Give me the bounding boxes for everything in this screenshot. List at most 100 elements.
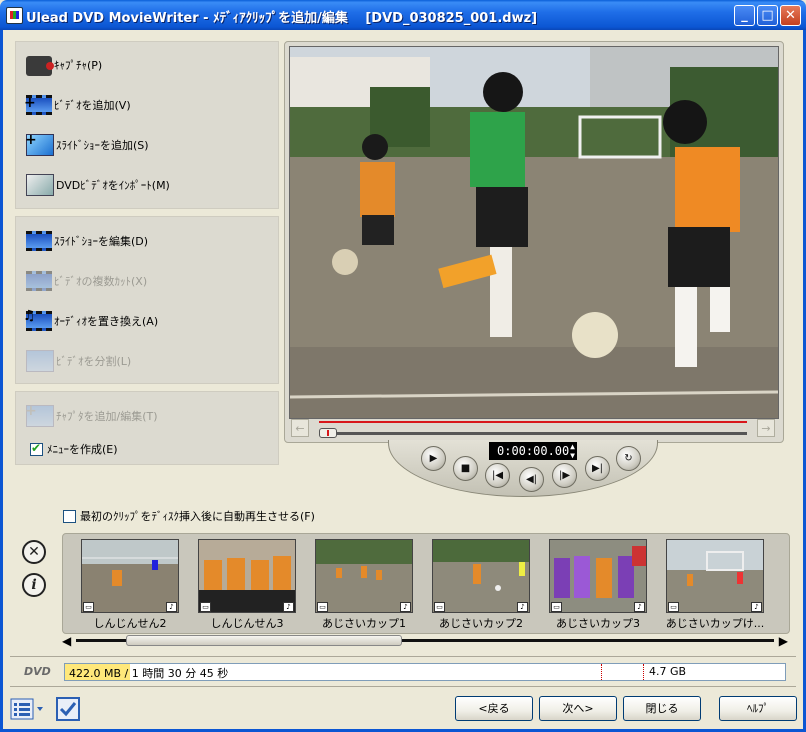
video-frame-image xyxy=(290,47,778,418)
clip-video-badge-icon: ▭ xyxy=(434,602,445,612)
scrub-left-arrow-icon[interactable]: ← xyxy=(291,419,309,437)
next-button[interactable]: 次へ> xyxy=(539,696,617,721)
clip-audio-badge-icon: ♪ xyxy=(634,602,645,612)
import-dvd-button[interactable]: DVDﾋﾞﾃﾞｵをｲﾝﾎﾟｰﾄ(M) xyxy=(26,173,170,197)
go-to-end-button[interactable]: ▶| xyxy=(585,456,610,481)
camcorder-icon xyxy=(26,56,54,76)
minimize-icon: _ xyxy=(741,8,748,23)
add-video-button[interactable]: + ﾋﾞﾃﾞｵを追加(V) xyxy=(24,93,131,117)
edit-slideshow-button[interactable]: ｽﾗｲﾄﾞｼｮｰを編集(D) xyxy=(26,229,148,253)
clip-item[interactable]: ▭ ♪ あじさいカップ3 xyxy=(549,539,647,630)
storyboard-scrollbar[interactable]: ◀ ▶ xyxy=(62,634,788,648)
next-frame-button[interactable]: |▶ xyxy=(552,463,577,488)
app-icon xyxy=(6,7,23,24)
capture-button[interactable]: ｷｬﾌﾟﾁｬ(P) xyxy=(26,53,102,77)
video-preview xyxy=(289,46,779,419)
timecode-spinner-icon[interactable]: ▲ ▼ xyxy=(570,442,575,460)
maximize-button[interactable]: □ xyxy=(757,5,778,26)
skip-forward-icon: ▶| xyxy=(591,463,604,474)
previous-frame-icon: ◀| xyxy=(525,474,538,485)
scrub-right-arrow-icon[interactable]: → xyxy=(757,419,775,437)
repeat-button[interactable]: ↻ xyxy=(616,446,641,471)
scroll-left-arrow-icon[interactable]: ◀ xyxy=(62,634,71,648)
scroll-right-arrow-icon[interactable]: ▶ xyxy=(779,634,788,648)
capacity-total: 4.7 GB xyxy=(649,665,687,678)
edit-slideshow-label: ｽﾗｲﾄﾞｼｮｰを編集(D) xyxy=(54,235,149,248)
clip-item[interactable]: ▭ ♪ あじさいカップ2 xyxy=(432,539,530,630)
divider xyxy=(10,686,796,687)
chapter-edit-button[interactable]: + ﾁｬﾌﾟﾀを追加/編集(T) xyxy=(25,403,158,428)
clip-item[interactable]: ▭ ♪ あじさいカップけ... xyxy=(666,539,764,630)
title-bar[interactable]: Ulead DVD MovieWriter - ﾒﾃﾞｨｱｸﾘｯﾌﾟを追加/編集… xyxy=(0,0,806,30)
clip-audio-badge-icon: ♪ xyxy=(517,602,528,612)
project-settings-button[interactable] xyxy=(56,697,80,721)
autoplay-check-icon[interactable] xyxy=(63,509,76,523)
multi-trim-label: ﾋﾞﾃﾞｵの複数ｶｯﾄ(X) xyxy=(54,275,148,288)
scrub-track[interactable] xyxy=(319,432,747,435)
import-dvd-label: DVDﾋﾞﾃﾞｵをｲﾝﾎﾟｰﾄ(M) xyxy=(56,179,170,192)
minimize-button[interactable]: _ xyxy=(734,5,755,26)
clip-thumbnail: ▭ ♪ xyxy=(81,539,179,613)
add-video-label: ﾋﾞﾃﾞｵを追加(V) xyxy=(54,99,131,112)
autoplay-checkbox[interactable]: 最初のｸﾘｯﾌﾟをﾃﾞｨｽｸ挿入後に自動再生させる(F) xyxy=(63,508,315,524)
clip-name: あじさいカップけ... xyxy=(665,617,765,630)
clip-thumbnail: ▭ ♪ xyxy=(315,539,413,613)
go-to-start-button[interactable]: |◀ xyxy=(485,463,510,488)
close-button[interactable]: 閉じる xyxy=(623,696,701,721)
view-options-button[interactable] xyxy=(10,697,46,721)
play-button[interactable]: ▶ xyxy=(421,446,446,471)
replace-audio-button[interactable]: ｵｰﾃﾞｨｵを置き換え(A) xyxy=(23,308,159,333)
multi-trim-button[interactable]: ﾋﾞﾃﾞｵの複数ｶｯﾄ(X) xyxy=(26,269,147,293)
clip-name: しんじんせん3 xyxy=(210,617,284,630)
scroll-thumb[interactable] xyxy=(126,635,402,646)
clip-audio-badge-icon: ♪ xyxy=(166,602,177,612)
timeline-scrubber[interactable]: ← → xyxy=(289,419,777,439)
clip-item[interactable]: ▭ ♪ あじさいカップ1 xyxy=(315,539,413,630)
trim-range-line xyxy=(319,421,747,423)
skip-back-icon: |◀ xyxy=(491,470,504,481)
clip-video-badge-icon: ▭ xyxy=(200,602,211,612)
delete-clip-button[interactable]: ✕ xyxy=(22,540,46,564)
clip-item[interactable]: ▭ ♪ しんじんせん2 xyxy=(81,539,179,630)
clip-video-badge-icon: ▭ xyxy=(668,602,679,612)
capacity-marker xyxy=(601,664,602,680)
split-video-icon xyxy=(26,350,54,372)
split-video-button[interactable]: ﾋﾞﾃﾞｵを分割(L) xyxy=(26,349,131,373)
clip-storyboard[interactable]: ▭ ♪ しんじんせん2 ▭ ♪ しんじんせん3 ▭ ♪ あじさいカップ1 ▭ ♪… xyxy=(62,533,790,634)
list-view-icon xyxy=(10,698,43,720)
back-button[interactable]: <戻る xyxy=(455,696,533,721)
clip-info-button[interactable]: i xyxy=(22,573,46,597)
disc-capacity-bar: 422.0 MB / 1 時間 30 分 45 秒 4.7 GB xyxy=(64,663,786,681)
add-video-icon: + xyxy=(24,95,52,115)
create-menu-label: ﾒﾆｭｰを作成(E) xyxy=(47,443,118,456)
next-frame-icon: |▶ xyxy=(558,470,571,481)
maximize-icon: □ xyxy=(761,8,774,23)
help-button[interactable]: ﾍﾙﾌﾟ xyxy=(719,696,797,721)
clip-video-badge-icon: ▭ xyxy=(83,602,94,612)
repeat-icon: ↻ xyxy=(624,453,633,464)
clip-video-badge-icon: ▭ xyxy=(317,602,328,612)
play-icon: ▶ xyxy=(429,453,438,464)
preview-panel: ← → xyxy=(284,41,784,443)
create-menu-check-icon[interactable] xyxy=(30,441,43,456)
clip-video-badge-icon: ▭ xyxy=(551,602,562,612)
edit-group: ｽﾗｲﾄﾞｼｮｰを編集(D) ﾋﾞﾃﾞｵの複数ｶｯﾄ(X) ｵｰﾃﾞｨｵを置き換… xyxy=(15,216,279,384)
previous-frame-button[interactable]: ◀| xyxy=(519,467,544,492)
clip-thumbnail: ▭ ♪ xyxy=(549,539,647,613)
timecode-value: 0:00:00.00 xyxy=(497,444,570,458)
info-icon: i xyxy=(31,577,37,593)
add-slideshow-button[interactable]: + ｽﾗｲﾄﾞｼｮｰを追加(S) xyxy=(25,132,149,157)
split-video-label: ﾋﾞﾃﾞｵを分割(L) xyxy=(56,355,132,368)
add-slideshow-label: ｽﾗｲﾄﾞｼｮｰを追加(S) xyxy=(56,139,149,152)
stop-button[interactable]: ■ xyxy=(453,456,478,481)
scrub-handle[interactable] xyxy=(319,428,337,438)
close-window-button[interactable]: ✕ xyxy=(780,5,801,26)
clip-item[interactable]: ▭ ♪ しんじんせん3 xyxy=(198,539,296,630)
import-dvd-icon xyxy=(26,174,54,196)
create-menu-checkbox[interactable]: ﾒﾆｭｰを作成(E) xyxy=(30,437,118,461)
replace-audio-label: ｵｰﾃﾞｨｵを置き換え(A) xyxy=(54,315,159,328)
add-slideshow-icon: + xyxy=(25,132,54,156)
timecode-field[interactable]: 0:00:00.00 ▲ ▼ xyxy=(489,442,577,460)
clip-name: あじさいカップ3 xyxy=(556,617,640,630)
chapter-icon: + xyxy=(25,403,54,427)
